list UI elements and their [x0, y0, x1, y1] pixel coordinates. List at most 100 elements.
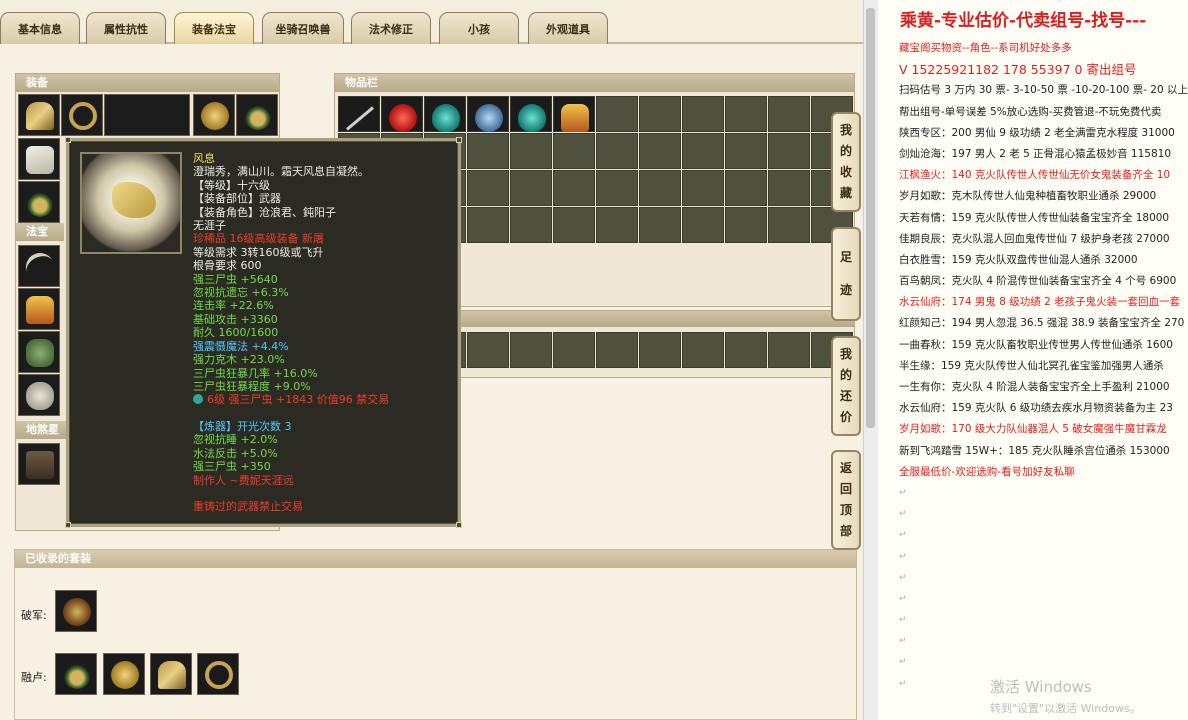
inventory-cell[interactable]: [768, 96, 810, 132]
set-item-slot[interactable]: [103, 653, 145, 695]
inventory-cell[interactable]: [768, 170, 810, 206]
inventory-cell[interactable]: [510, 96, 552, 132]
side-char: 收: [839, 165, 852, 179]
storage-cell[interactable]: [596, 332, 638, 368]
tab-mount-summon[interactable]: 坐骑召唤兽: [262, 12, 344, 44]
equip-slot-necklace[interactable]: [236, 94, 278, 136]
inventory-cell[interactable]: [467, 207, 509, 243]
inventory-cell[interactable]: [639, 170, 681, 206]
doc-line: 藏宝阁买物资--角色--系司机好处多多: [899, 42, 1072, 54]
tab-appearance-items[interactable]: 外观道具: [528, 12, 608, 44]
inventory-cell[interactable]: [467, 170, 509, 206]
item-durability: 耐久 1600/1600: [193, 326, 279, 340]
inventory-cell[interactable]: [682, 170, 724, 206]
inventory-cell[interactable]: [596, 207, 638, 243]
equip-slot-ring[interactable]: [61, 94, 103, 136]
item-image: [80, 152, 182, 254]
refine-stat: 忽视抗睡 +2.0%: [193, 433, 278, 447]
artifact-slot-4[interactable]: [18, 374, 60, 416]
equip-slot-weapon[interactable]: [104, 94, 190, 136]
doc-lines: 藏宝阁买物资--角色--系司机好处多多 V 15225921182 178 55…: [899, 38, 1188, 695]
inventory-cell[interactable]: [596, 96, 638, 132]
inventory-cell[interactable]: [768, 133, 810, 169]
doc-line: 半生缘：159 克火队传世人仙北冥孔雀宝鉴加强男人通杀: [899, 359, 1164, 372]
tab-basic-info[interactable]: 基本信息: [0, 12, 80, 44]
collected-sets-title: 已收录的套装: [15, 550, 856, 568]
my-favorites-button[interactable]: 我 的 收 藏: [831, 112, 861, 212]
doc-line: 天若有情：159 克火队传世人传世仙装备宝宝齐全 18000: [899, 211, 1170, 224]
inventory-cell[interactable]: [639, 133, 681, 169]
inventory-cell[interactable]: [424, 96, 466, 132]
inventory-cell[interactable]: [596, 133, 638, 169]
inventory-cell[interactable]: [510, 133, 552, 169]
inventory-cell[interactable]: [467, 133, 509, 169]
artifact-slot-2[interactable]: [18, 288, 60, 330]
empty-paragraph-mark: ↵: [899, 615, 907, 626]
item-stat: 强力克木 +23.0%: [193, 353, 285, 367]
inventory-cell[interactable]: [725, 207, 767, 243]
item-stat: 三尸虫狂暴程度 +9.0%: [193, 379, 311, 393]
inventory-cell[interactable]: [768, 207, 810, 243]
doc-line: 一曲春秋：159 克火队畜牧职业传世男人传世仙通杀 1600: [899, 338, 1173, 351]
inventory-cell[interactable]: [682, 207, 724, 243]
inventory-cell[interactable]: [553, 133, 595, 169]
tab-equipment-artifact[interactable]: 装备法宝: [174, 12, 254, 44]
inventory-cell[interactable]: [639, 207, 681, 243]
set-item-slot[interactable]: [55, 590, 97, 632]
storage-cell[interactable]: [768, 332, 810, 368]
my-counteroffer-button[interactable]: 我 的 还 价: [831, 336, 861, 436]
doc-title: 乘黄-专业估价-代卖组号-找号---: [900, 11, 1147, 31]
artifact-slot-3[interactable]: [18, 331, 60, 373]
equip-slot-scroll[interactable]: [18, 138, 60, 180]
inventory-panel-title: 物品栏: [335, 74, 854, 92]
item-stat: 强三尸虫 +5640: [193, 272, 278, 286]
equip-slot-armor[interactable]: [18, 94, 60, 136]
storage-cell[interactable]: [639, 332, 681, 368]
equip-slot-hat[interactable]: [193, 94, 235, 136]
empty-paragraph-mark: ↵: [899, 551, 907, 562]
inventory-cell[interactable]: [467, 96, 509, 132]
side-char: 部: [839, 524, 852, 538]
inventory-cell[interactable]: [725, 133, 767, 169]
inventory-cell[interactable]: [725, 96, 767, 132]
footprint-button[interactable]: 足 迹: [831, 227, 861, 321]
storage-cell[interactable]: [553, 332, 595, 368]
artifact-slot-1[interactable]: [18, 245, 60, 287]
lamp-icon: [26, 296, 54, 324]
pendant-icon: [26, 189, 54, 217]
tab-attribute-resist[interactable]: 属性抗性: [86, 12, 166, 44]
inventory-cell[interactable]: [596, 170, 638, 206]
tab-child[interactable]: 小孩: [439, 12, 519, 44]
inventory-cell[interactable]: [510, 170, 552, 206]
set-item-slot[interactable]: [197, 653, 239, 695]
formation-slot-1[interactable]: [18, 443, 60, 485]
doc-line: 江枫渔火：140 克火队传世人传世仙无价女鬼装备齐全 10: [899, 169, 1171, 182]
equip-slot-pendant[interactable]: [18, 181, 60, 223]
back-to-top-button[interactable]: 返 回 顶 部: [831, 450, 861, 550]
tab-spell-correction[interactable]: 法术修正: [351, 12, 431, 44]
doc-line: 扫码估号 3 万内 30 票- 3-10-50 票 -10-20-100 票- …: [899, 84, 1188, 97]
inventory-cell[interactable]: [639, 96, 681, 132]
collected-sets-panel: 已收录的套装 破军: 融卢:: [14, 549, 857, 720]
storage-cell[interactable]: [725, 332, 767, 368]
inventory-cell[interactable]: [553, 96, 595, 132]
inventory-cell[interactable]: [338, 96, 380, 132]
inventory-cell[interactable]: [725, 170, 767, 206]
inventory-cell[interactable]: [553, 207, 595, 243]
storage-cell[interactable]: [682, 332, 724, 368]
game-window: 基本信息 属性抗性 装备法宝 坐骑召唤兽 法术修正 小孩 外观道具 装备 法宝 …: [0, 0, 863, 720]
set-item-slot[interactable]: [150, 653, 192, 695]
inventory-cell[interactable]: [682, 133, 724, 169]
item-gem-text: 6级 强三尸虫 +1843 价值96 禁交易: [207, 393, 390, 407]
scrollbar-thumb[interactable]: [866, 8, 875, 428]
inventory-cell[interactable]: [553, 170, 595, 206]
inventory-cell[interactable]: [510, 207, 552, 243]
inventory-cell[interactable]: [682, 96, 724, 132]
storage-cell[interactable]: [467, 332, 509, 368]
storage-cell[interactable]: [510, 332, 552, 368]
inventory-cell[interactable]: [381, 96, 423, 132]
tab-bar: 基本信息 属性抗性 装备法宝 坐骑召唤兽 法术修正 小孩 外观道具: [0, 0, 863, 44]
set-item-slot[interactable]: [55, 653, 97, 695]
sword-icon: [346, 106, 374, 131]
